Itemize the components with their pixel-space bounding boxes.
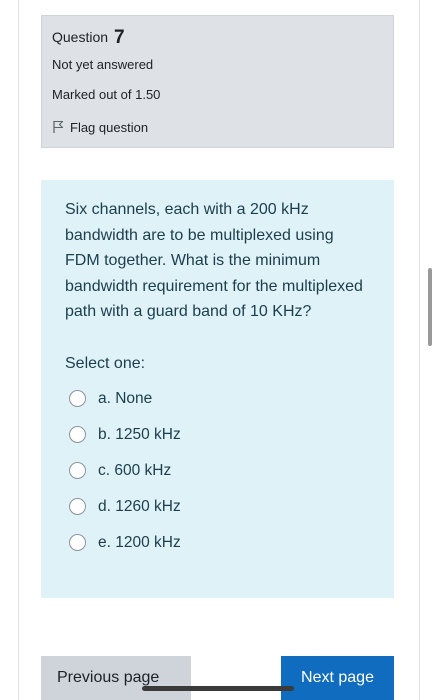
answer-option-d[interactable]: d. 1260 kHz (65, 489, 370, 525)
flag-outline-icon (53, 120, 64, 133)
answer-option-label: d. 1260 kHz (98, 497, 181, 515)
answer-status: Not yet answered (52, 57, 154, 72)
flag-question-link[interactable]: Flag question (52, 117, 383, 137)
radio-unchecked-icon[interactable] (69, 390, 86, 408)
answer-option-label: b. 1250 kHz (98, 425, 181, 443)
question-content: Six channels, each with a 200 kHz bandwi… (41, 180, 394, 598)
answer-option-label: e. 1200 kHz (98, 533, 181, 551)
answer-option-e[interactable]: e. 1200 kHz (65, 525, 370, 561)
scrollbar-thumb[interactable] (428, 268, 432, 346)
question-text: Six channels, each with a 200 kHz bandwi… (65, 201, 363, 321)
next-page-button[interactable]: Next page (281, 656, 394, 700)
radio-unchecked-icon[interactable] (69, 534, 86, 552)
radio-unchecked-icon[interactable] (69, 462, 86, 480)
question-number: Question 7 (52, 27, 383, 48)
question-info-panel: Question 7 Not yet answered Marked out o… (41, 15, 394, 148)
answer-option-label: c. 600 kHz (98, 461, 172, 479)
flag-question-label: Flag question (70, 119, 149, 135)
home-indicator (142, 686, 294, 691)
marks-info: Marked out of 1.50 (52, 87, 161, 102)
previous-page-button[interactable]: Previous page (41, 656, 191, 700)
radio-unchecked-icon[interactable] (69, 426, 86, 444)
answer-option-a[interactable]: a. None (65, 381, 370, 417)
question-label: Question (52, 29, 109, 45)
select-prompt: Select one: (65, 354, 146, 372)
answer-options: a. None b. 1250 kHz c. 600 kHz d. 1260 k… (65, 381, 370, 561)
question-number-value: 7 (113, 27, 125, 48)
answer-option-b[interactable]: b. 1250 kHz (65, 417, 370, 453)
answer-option-label: a. None (98, 389, 153, 407)
answer-option-c[interactable]: c. 600 kHz (65, 453, 370, 489)
radio-unchecked-icon[interactable] (69, 498, 86, 516)
